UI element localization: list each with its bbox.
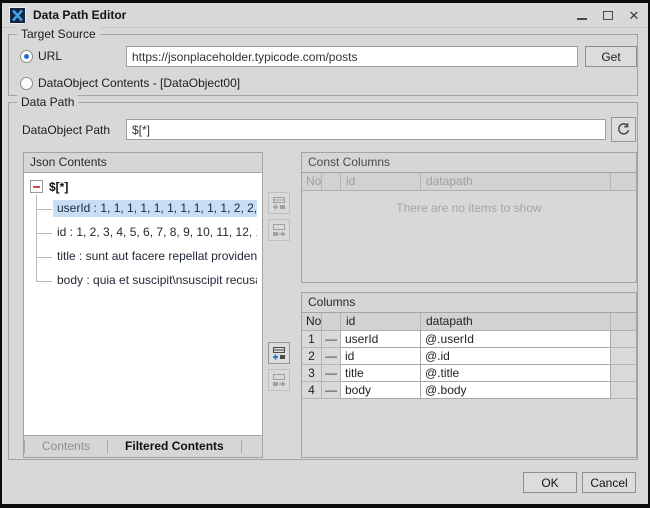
app-icon xyxy=(9,7,26,24)
dialog-body: Target Source URL Get DataObject Content… xyxy=(2,28,648,504)
data-path-group: Data Path DataObject Path Json Contents … xyxy=(8,102,638,460)
window-controls: ✕ xyxy=(574,3,642,28)
minimize-icon[interactable] xyxy=(574,8,590,24)
table-row: 3 — title @.title xyxy=(302,365,636,382)
data-path-editor-dialog: Data Path Editor ✕ Target Source URL Get… xyxy=(0,0,650,508)
maximize-icon[interactable] xyxy=(600,8,616,24)
dataobject-path-label: DataObject Path xyxy=(22,123,110,137)
const-columns-title: Const Columns xyxy=(302,153,636,173)
tree-root-label: $[*] xyxy=(49,180,68,194)
data-path-legend: Data Path xyxy=(17,95,78,109)
json-tree: $[*] userId : 1, 1, 1, 1, 1, 1, 1, 1, 1,… xyxy=(24,173,262,435)
url-radio[interactable] xyxy=(20,50,33,63)
get-button[interactable]: Get xyxy=(585,46,637,67)
title-bar: Data Path Editor ✕ xyxy=(2,3,648,28)
columns-panel: Columns No id datapath 1 — userId @.user… xyxy=(301,292,637,458)
tab-contents[interactable]: Contents xyxy=(25,436,107,457)
table-row: 1 — userId @.userId xyxy=(302,331,636,348)
json-contents-tabs: Contents Filtered Contents xyxy=(24,435,262,457)
tab-filtered-contents[interactable]: Filtered Contents xyxy=(108,436,241,457)
add-column-icon xyxy=(271,345,287,361)
refresh-icon xyxy=(616,122,631,137)
move-column-icon xyxy=(271,222,287,238)
tree-root[interactable]: $[*] xyxy=(24,177,262,197)
refresh-button[interactable] xyxy=(611,117,636,142)
const-columns-header-row: No id datapath xyxy=(302,173,636,191)
add-const-column-button xyxy=(268,192,290,214)
url-radio-label[interactable]: URL xyxy=(38,49,62,63)
dataobject-radio[interactable] xyxy=(20,77,33,90)
add-column-button[interactable] xyxy=(268,342,290,364)
add-column-icon xyxy=(271,195,287,211)
const-columns-empty-message: There are no items to show xyxy=(302,201,636,215)
url-input[interactable] xyxy=(126,46,578,67)
move-column-button xyxy=(268,369,290,391)
cancel-button[interactable]: Cancel xyxy=(582,472,636,493)
tree-item-userid[interactable]: userId : 1, 1, 1, 1, 1, 1, 1, 1, 1, 1, 2… xyxy=(24,197,262,221)
collapse-minus-icon[interactable] xyxy=(30,180,43,193)
const-columns-panel: Const Columns No id datapath There are n… xyxy=(301,152,637,283)
json-contents-panel: Json Contents $[*] userId : 1, 1, 1, 1, … xyxy=(23,152,263,458)
target-source-legend: Target Source xyxy=(17,27,100,41)
columns-title: Columns xyxy=(302,293,636,313)
move-const-column-button xyxy=(268,219,290,241)
table-row: 4 — body @.body xyxy=(302,382,636,399)
json-contents-title: Json Contents xyxy=(24,153,262,173)
tree-item-body[interactable]: body : quia et suscipit\nsuscipit recusa… xyxy=(24,269,262,293)
columns-header-row: No id datapath xyxy=(302,313,636,331)
table-row: 2 — id @.id xyxy=(302,348,636,365)
tree-item-title[interactable]: title : sunt aut facere repellat provide… xyxy=(24,245,262,269)
tree-item-id[interactable]: id : 1, 2, 3, 4, 5, 6, 7, 8, 9, 10, 11, … xyxy=(24,221,262,245)
close-icon[interactable]: ✕ xyxy=(626,8,642,24)
window-title: Data Path Editor xyxy=(33,8,126,22)
dataobject-path-input[interactable] xyxy=(126,119,606,140)
dataobject-radio-label[interactable]: DataObject Contents - [DataObject00] xyxy=(38,76,240,90)
ok-button[interactable]: OK xyxy=(523,472,577,493)
move-column-icon xyxy=(271,372,287,388)
target-source-group: Target Source URL Get DataObject Content… xyxy=(8,34,638,96)
